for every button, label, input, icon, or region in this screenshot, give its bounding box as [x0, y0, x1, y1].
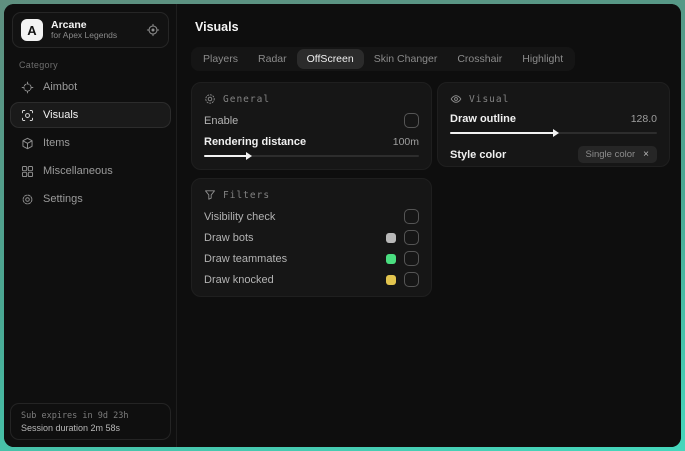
- style-color-select[interactable]: Single color ×: [577, 146, 657, 163]
- sidebar-item-aimbot[interactable]: Aimbot: [10, 74, 171, 100]
- enable-checkbox[interactable]: [404, 113, 419, 128]
- slider-thumb[interactable]: [450, 129, 559, 137]
- cube-icon: [21, 137, 34, 150]
- style-color-label: Style color: [450, 148, 507, 161]
- desktop-background: A Arcane for Apex Legends Category Aimbo…: [0, 0, 685, 451]
- app-logo-card: A Arcane for Apex Legends: [12, 12, 169, 48]
- visual-section-title: Visual: [469, 93, 510, 105]
- app-identity: Arcane for Apex Legends: [51, 19, 138, 41]
- sidebar: A Arcane for Apex Legends Category Aimbo…: [4, 4, 177, 447]
- draw-bots-row: Draw bots: [204, 230, 419, 245]
- target-icon[interactable]: [146, 23, 160, 37]
- draw-knocked-row: Draw knocked: [204, 272, 419, 287]
- main-panel: Visuals Players Radar OffScreen Skin Cha…: [178, 4, 681, 447]
- gear-icon: [21, 193, 34, 206]
- draw-outline-row: Draw outline 128.0: [450, 113, 657, 125]
- sidebar-menu: Aimbot Visuals Items Miscellaneous Setti…: [10, 74, 171, 212]
- draw-outline-slider[interactable]: [450, 129, 657, 137]
- rendering-distance-slider[interactable]: [204, 152, 419, 160]
- visual-section: Visual Draw outline 128.0 Style color Si…: [437, 82, 670, 167]
- enable-row: Enable: [204, 113, 419, 128]
- subscription-status-card: Sub expires in 9d 23h Session duration 2…: [10, 403, 171, 440]
- tab-radar[interactable]: Radar: [248, 49, 297, 69]
- sidebar-item-settings[interactable]: Settings: [10, 186, 171, 212]
- visibility-check-row: Visibility check: [204, 209, 419, 224]
- style-color-row: Style color Single color ×: [450, 146, 657, 163]
- visibility-check-checkbox[interactable]: [404, 209, 419, 224]
- general-section-title: General: [223, 93, 271, 105]
- app-subtitle: for Apex Legends: [51, 30, 118, 41]
- grid-icon: [21, 165, 34, 178]
- tab-bar: Players Radar OffScreen Skin Changer Cro…: [191, 47, 576, 71]
- sub-expires-text: Sub expires in 9d 23h: [21, 410, 129, 421]
- sidebar-item-label: Aimbot: [43, 81, 78, 93]
- rendering-distance-value: 100m: [392, 136, 419, 148]
- sun-icon: [204, 93, 216, 105]
- draw-bots-color-swatch[interactable]: [386, 232, 396, 243]
- draw-outline-label: Draw outline: [450, 113, 517, 125]
- draw-knocked-label: Draw knocked: [204, 273, 274, 286]
- slider-thumb[interactable]: [204, 152, 252, 160]
- filters-section: Filters Visibility check Draw bots Draw …: [191, 178, 432, 297]
- rendering-distance-row: Rendering distance 100m: [204, 136, 419, 148]
- sidebar-item-miscellaneous[interactable]: Miscellaneous: [10, 158, 171, 184]
- funnel-icon: [204, 189, 216, 201]
- rendering-distance-label: Rendering distance: [204, 136, 307, 148]
- scan-eye-icon: [21, 109, 34, 122]
- sidebar-item-label: Settings: [43, 193, 83, 205]
- enable-label: Enable: [204, 114, 239, 127]
- draw-bots-label: Draw bots: [204, 231, 254, 244]
- visual-section-header: Visual: [450, 93, 657, 105]
- general-section-header: General: [204, 93, 419, 105]
- eye-icon: [450, 93, 462, 105]
- app-logo: A: [21, 19, 43, 41]
- app-window: A Arcane for Apex Legends Category Aimbo…: [4, 4, 681, 447]
- draw-teammates-checkbox[interactable]: [404, 251, 419, 266]
- clear-icon[interactable]: ×: [643, 149, 649, 160]
- sidebar-item-label: Miscellaneous: [43, 165, 113, 177]
- draw-knocked-checkbox[interactable]: [404, 272, 419, 287]
- tab-players[interactable]: Players: [193, 49, 248, 69]
- page-title: Visuals: [195, 20, 239, 34]
- visibility-check-label: Visibility check: [204, 210, 276, 223]
- sidebar-item-items[interactable]: Items: [10, 130, 171, 156]
- slider-arrow-icon: [552, 129, 559, 137]
- filters-section-title: Filters: [223, 189, 271, 201]
- filters-section-header: Filters: [204, 189, 419, 201]
- crosshair-icon: [21, 81, 34, 94]
- sidebar-item-label: Visuals: [43, 109, 79, 121]
- category-label: Category: [19, 60, 58, 70]
- style-color-value: Single color: [585, 149, 636, 160]
- session-duration-text: Session duration 2m 58s: [21, 422, 121, 433]
- draw-teammates-color-swatch[interactable]: [386, 253, 396, 264]
- slider-arrow-icon: [246, 152, 252, 160]
- general-section: General Enable Rendering distance 100m: [191, 82, 432, 170]
- tab-offscreen[interactable]: OffScreen: [296, 49, 364, 69]
- draw-bots-checkbox[interactable]: [404, 230, 419, 245]
- draw-outline-value: 128.0: [630, 113, 657, 125]
- tab-crosshair[interactable]: Crosshair: [447, 49, 512, 69]
- sidebar-item-label: Items: [43, 137, 70, 149]
- tab-highlight[interactable]: Highlight: [512, 49, 573, 69]
- draw-teammates-label: Draw teammates: [204, 252, 288, 265]
- sidebar-item-visuals[interactable]: Visuals: [10, 102, 171, 128]
- draw-knocked-color-swatch[interactable]: [386, 274, 396, 285]
- tab-skin-changer[interactable]: Skin Changer: [364, 49, 448, 69]
- draw-teammates-row: Draw teammates: [204, 251, 419, 266]
